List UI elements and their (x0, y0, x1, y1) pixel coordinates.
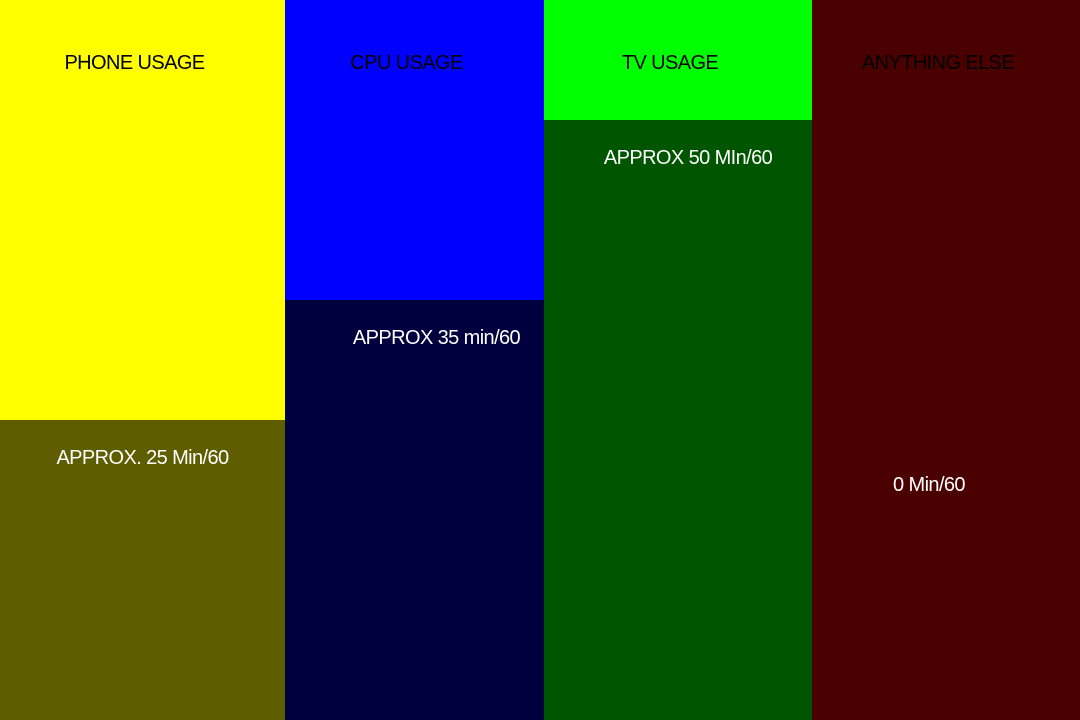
category-label-1: CPU USAGE (350, 52, 463, 74)
value-label-0: APPROX. 25 Min/60 (56, 447, 229, 469)
category-label-2: TV USAGE (622, 52, 719, 74)
value-label-2: APPROX 50 MIn/60 (604, 147, 773, 169)
value-label-1: APPROX 35 min/60 (353, 327, 521, 349)
value-label-3: 0 Min/60 (893, 474, 965, 496)
category-label-0: PHONE USAGE (64, 52, 204, 74)
usage-bar-2 (544, 120, 812, 720)
usage-chart: PHONE USAGE APPROX. 25 Min/60 CPU USAGE APP… (0, 0, 1080, 720)
usage-bar-1 (285, 300, 544, 720)
category-label-3: ANYTHING ELSE (862, 52, 1014, 74)
column-background-3 (812, 0, 1080, 720)
